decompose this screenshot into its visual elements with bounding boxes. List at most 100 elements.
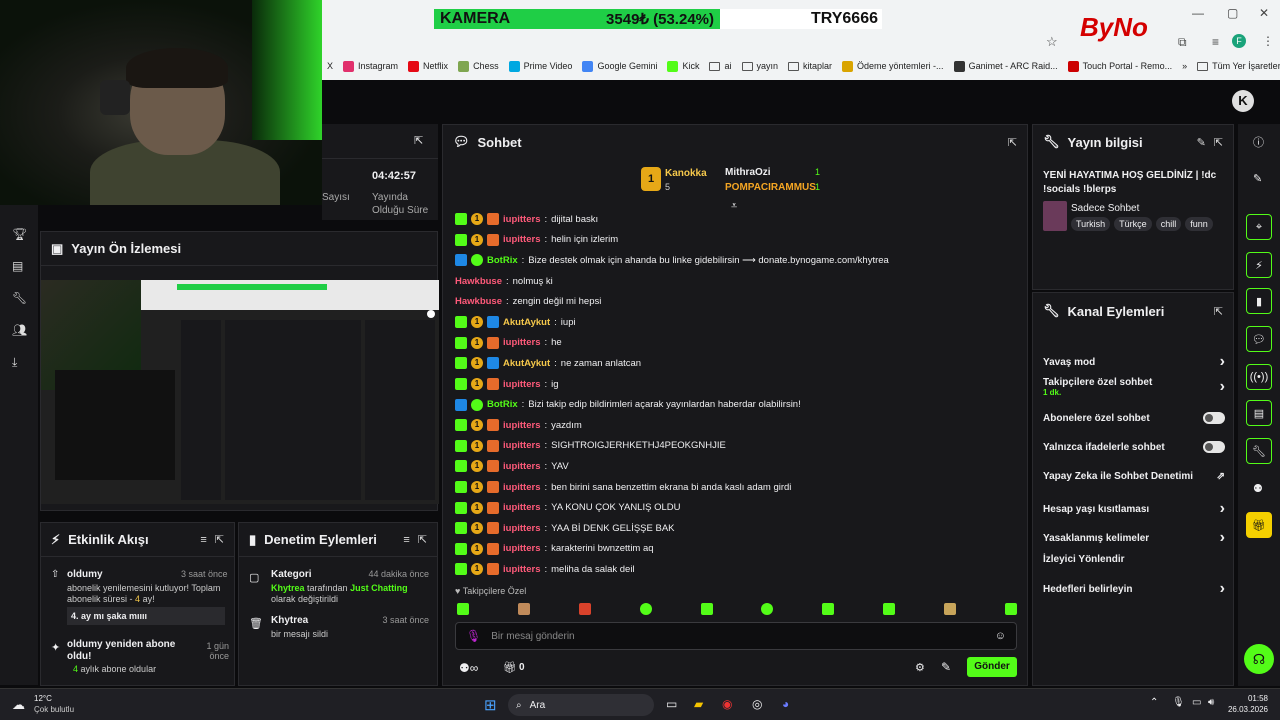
channel-action-item[interactable]: Yavaş mod › <box>1043 353 1225 371</box>
edit-icon[interactable]: ✎ <box>1197 136 1206 149</box>
chat-username[interactable]: iupitters <box>503 337 540 348</box>
wrench-icon[interactable]: 🔧︎ <box>1246 438 1272 464</box>
chat-username[interactable]: BotRix <box>487 399 518 410</box>
channel-action-item[interactable]: Yasaklanmış kelimeler › <box>1043 529 1225 547</box>
popout-icon[interactable]: ⇱ <box>215 533 224 546</box>
popout-icon[interactable]: ⇱ <box>1008 136 1017 149</box>
channel-action-item[interactable]: Abonelere özel sohbet <box>1043 412 1225 424</box>
bookmark-item[interactable]: Ganimet - ARC Raid... <box>949 60 1063 72</box>
star-icon[interactable]: ☆ <box>1046 34 1058 50</box>
chat-input[interactable]: 🎙︎ Bir mesaj gönderin ☺ <box>455 622 1017 650</box>
steam-icon[interactable]: ◎ <box>752 697 762 711</box>
top-gifter-name[interactable]: Kanokka <box>665 168 707 179</box>
event-user[interactable]: oldumy <box>67 569 103 580</box>
mic-icon[interactable]: 🎙︎ <box>1172 697 1185 708</box>
explorer-icon[interactable]: ▰ <box>694 697 703 711</box>
download-icon[interactable]: ⤓ <box>12 355 26 369</box>
layout-icon[interactable]: ▤ <box>12 259 26 273</box>
chrome-icon[interactable]: ◉ <box>722 697 732 711</box>
bookmark-item[interactable]: ai <box>704 61 736 71</box>
emote-icon[interactable] <box>883 603 896 615</box>
chat-username[interactable]: iupitters <box>503 461 540 472</box>
bolt-icon[interactable]: ⚡︎ <box>1246 252 1272 278</box>
bookmark-item[interactable]: Prime Video <box>504 60 578 72</box>
wifi-icon[interactable]: ▭ <box>1192 697 1201 708</box>
channel-action-item[interactable]: Yalnızca ifadelerle sohbet <box>1043 441 1225 453</box>
emote-icon[interactable] <box>822 603 835 615</box>
popout-icon[interactable]: ⇱ <box>414 134 423 147</box>
emote-icon[interactable] <box>457 603 469 615</box>
bookmark-item[interactable]: Google Gemini <box>577 60 662 72</box>
tag[interactable]: Turkish <box>1071 217 1111 231</box>
bookmark-item[interactable]: Chess <box>453 60 504 72</box>
channel-action-item[interactable]: İzleyici Yönlendir <box>1043 554 1225 565</box>
tag[interactable]: chill <box>1155 217 1182 231</box>
channel-action-item[interactable]: Takipçilere özel sohbet 1 dk. › <box>1043 377 1225 397</box>
kick-logo-icon[interactable]: K <box>1232 90 1254 112</box>
edit-icon[interactable]: ✎ <box>1253 172 1262 185</box>
media-icon[interactable]: ≡ <box>1212 35 1219 49</box>
focus-icon[interactable]: ⌖ <box>1246 214 1272 240</box>
volume-icon[interactable]: 🔊︎ <box>1208 697 1214 708</box>
emote-icon[interactable] <box>639 603 652 615</box>
bookmark-item[interactable]: Instagram <box>338 60 403 72</box>
emote-icon[interactable] <box>944 603 956 615</box>
chat-username[interactable]: AkutAykut <box>503 317 550 328</box>
chat-username[interactable]: AkutAykut <box>503 358 550 369</box>
category-thumbnail[interactable] <box>1043 201 1067 231</box>
mod-tools-icon[interactable]: ✎ <box>941 660 951 674</box>
chat-username[interactable]: iupitters <box>503 482 540 493</box>
points-icon[interactable]: ⚉∞ <box>459 661 478 675</box>
coins-icon[interactable]: ⚉ <box>1253 482 1263 495</box>
channel-action-item[interactable]: Yapay Zeka ile Sohbet Denetimi ⇗ <box>1043 471 1225 482</box>
filter-icon[interactable]: ≡ <box>403 534 409 546</box>
emote-icon[interactable] <box>761 603 774 615</box>
tray-chevron-icon[interactable]: ⌃ <box>1150 697 1158 708</box>
chat-username[interactable]: iupitters <box>503 379 540 390</box>
discord-icon[interactable]: ◕ <box>782 697 789 711</box>
top-gifter-name[interactable]: POMPACIRAMMUS <box>725 182 816 193</box>
help-icon[interactable]: ☊ <box>1244 644 1274 674</box>
chat-username[interactable]: Hawkbuse <box>455 276 502 287</box>
settings-icon[interactable]: ⚙ <box>915 661 925 674</box>
stack-icon[interactable]: ▤ <box>1246 400 1272 426</box>
toggle-switch[interactable] <box>1203 441 1225 453</box>
bookmark-item[interactable]: Touch Portal - Remo... <box>1063 60 1178 72</box>
chat-username[interactable]: iupitters <box>503 440 540 451</box>
send-button[interactable]: Gönder <box>967 657 1017 677</box>
close-window-icon[interactable]: ✕ <box>1259 6 1269 20</box>
popout-icon[interactable]: ⇱ <box>1214 305 1223 318</box>
top-gifter-name[interactable]: MithraOzi <box>725 167 771 178</box>
menu-icon[interactable]: ⋮ <box>1262 34 1274 48</box>
bookmark-item[interactable]: Netflix <box>403 60 453 72</box>
maximize-icon[interactable]: ▢ <box>1227 6 1238 20</box>
info-icon[interactable]: ⓘ <box>1253 134 1264 150</box>
minimize-icon[interactable]: — <box>1192 6 1204 20</box>
channel-action-item[interactable]: Hedefleri belirleyin › <box>1043 580 1225 598</box>
bookmark-item[interactable]: Ödeme yöntemleri -... <box>837 60 949 72</box>
channel-action-item[interactable]: Hesap yaşı kısıtlaması › <box>1043 500 1225 518</box>
chat-username[interactable]: iupitters <box>503 502 540 513</box>
chat-username[interactable]: BotRix <box>487 255 518 266</box>
tag[interactable]: Türkçe <box>1114 217 1152 231</box>
chat-username[interactable]: iupitters <box>503 420 540 431</box>
extensions-icon[interactable]: ⧉ <box>1178 35 1187 50</box>
broadcast-icon[interactable]: ((•)) <box>1246 364 1272 390</box>
tag[interactable]: funn <box>1185 217 1213 231</box>
doc-icon[interactable]: ▮ <box>1246 288 1272 314</box>
chat-username[interactable]: iupitters <box>503 214 540 225</box>
category-name[interactable]: Sadece Sohbet <box>1071 203 1139 214</box>
toggle-switch[interactable] <box>1203 412 1225 424</box>
profile-avatar[interactable]: F <box>1232 34 1246 48</box>
popout-icon[interactable]: ⇱ <box>1214 136 1223 149</box>
emote-icon[interactable] <box>578 603 591 615</box>
gift-icon[interactable]: 🎁︎ <box>1246 512 1272 538</box>
wrench-icon[interactable]: 🔧︎ <box>12 291 27 305</box>
chat-username[interactable]: iupitters <box>503 234 540 245</box>
trophy-icon[interactable]: 🏆︎ <box>12 227 27 241</box>
bookmark-item[interactable]: kitaplar <box>783 61 837 71</box>
start-icon[interactable]: ⊞ <box>484 696 497 714</box>
chat-icon[interactable]: 💬︎ <box>1246 326 1272 352</box>
taskview-icon[interactable]: ▭ <box>666 697 677 711</box>
chat-username[interactable]: iupitters <box>503 543 540 554</box>
